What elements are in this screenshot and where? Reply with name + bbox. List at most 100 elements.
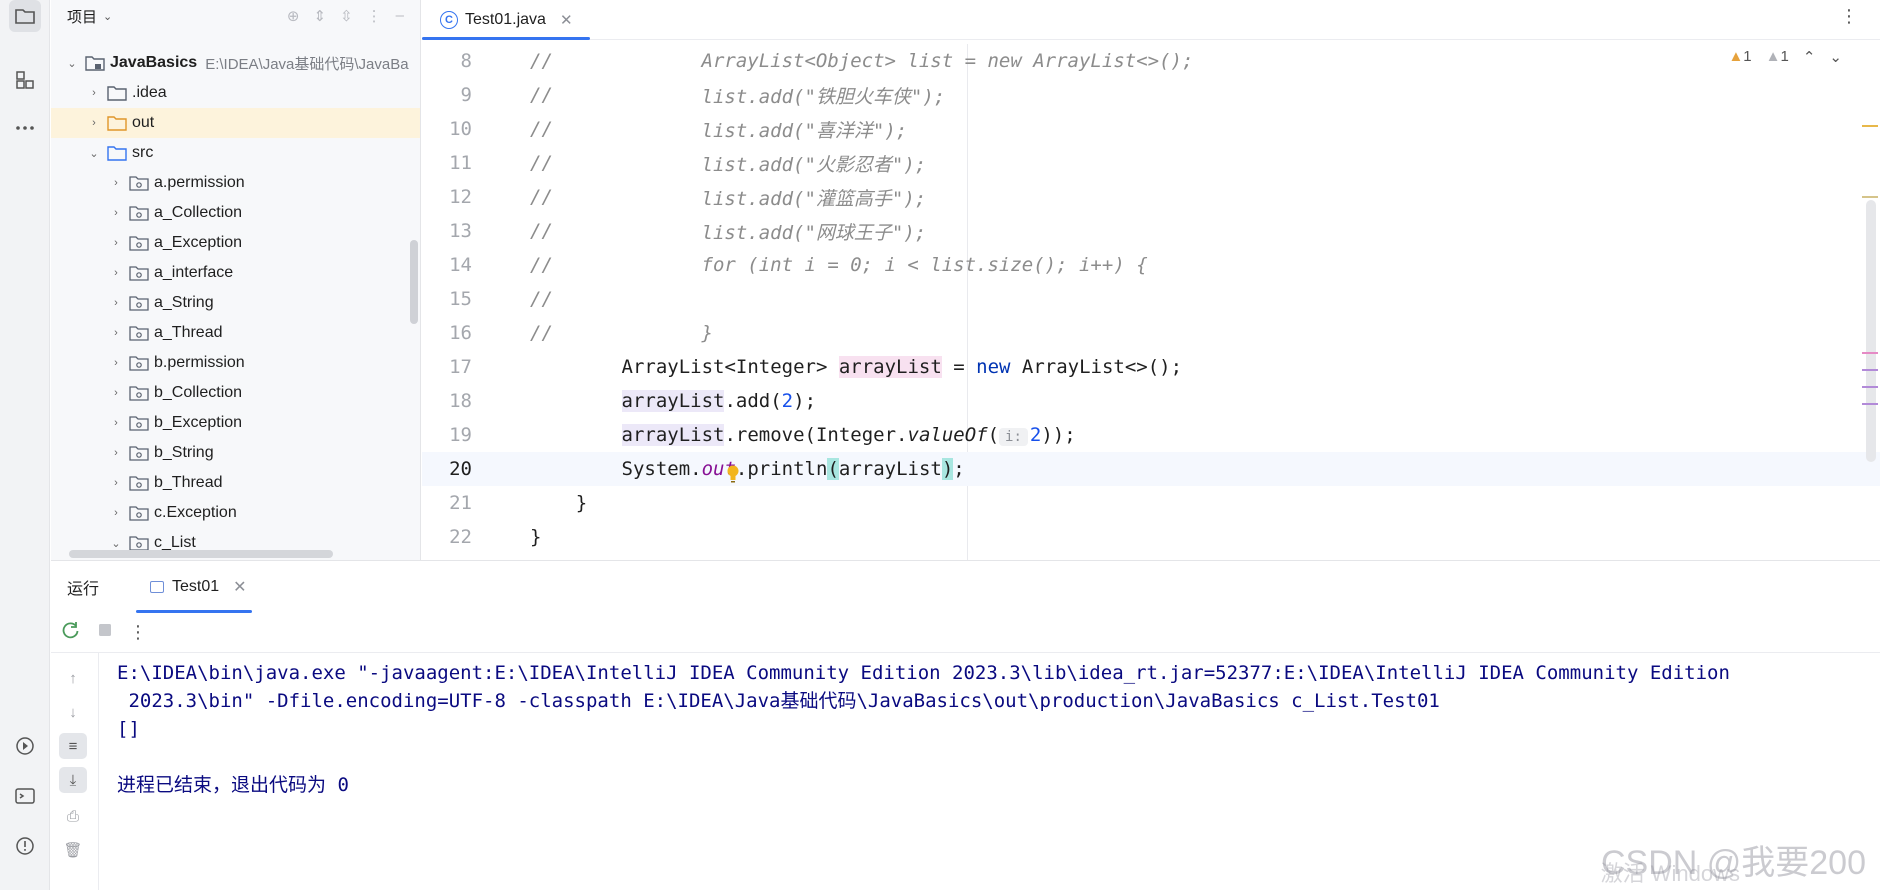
tree-item[interactable]: › a_Thread (51, 318, 420, 348)
problems-icon[interactable] (12, 833, 38, 859)
options-icon[interactable]: ⋮ (367, 7, 382, 25)
scroll-to-end-icon[interactable]: ⤓ (59, 767, 87, 793)
arrow-down-icon[interactable]: ↓ (59, 699, 87, 725)
expand-all-icon[interactable]: ⇕ (314, 7, 327, 25)
package-icon (129, 235, 149, 251)
terminal-icon[interactable] (12, 783, 38, 809)
tree-horizontal-scrollbar[interactable] (69, 550, 333, 558)
tree-item[interactable]: › .idea (51, 78, 420, 108)
tree-item[interactable]: › c.Exception (51, 498, 420, 528)
tree-item[interactable]: › a.permission (51, 168, 420, 198)
chevron-right-icon[interactable]: › (109, 447, 123, 459)
structure-icon[interactable] (9, 64, 41, 96)
tree-root-javabasics[interactable]: ⌄ JavaBasics E:\IDEA\Java基础代码\JavaBa (51, 48, 420, 78)
tree-item[interactable]: › a_Exception (51, 228, 420, 258)
close-icon[interactable]: ✕ (233, 577, 246, 597)
tree-vertical-scrollbar[interactable] (410, 240, 418, 324)
collapse-all-icon[interactable]: ⇳ (340, 7, 353, 25)
tree-item-label: a_String (154, 294, 214, 311)
chevron-right-icon[interactable]: › (109, 357, 123, 369)
tab-run-test01[interactable]: Test01 ✕ (136, 561, 261, 613)
keyword-token: new (976, 356, 1011, 378)
console-line: [] (117, 718, 140, 740)
chevron-right-icon[interactable]: › (109, 327, 123, 339)
code-line-16[interactable]: 16 // } (422, 316, 1880, 350)
code-line-12[interactable]: 12 // list.add("灌篮高手"); (422, 180, 1880, 214)
code-line-17[interactable]: 17 ArrayList<Integer> arrayList = new Ar… (422, 350, 1880, 384)
constructor-token: ArrayList<>(); (1010, 356, 1183, 378)
comment-text: ArrayList<Object> list = new ArrayList<>… (610, 50, 1194, 72)
project-folder-icon[interactable] (9, 0, 41, 32)
chevron-right-icon[interactable]: › (109, 297, 123, 309)
usage-marker[interactable] (1862, 352, 1878, 354)
chevron-down-icon[interactable]: ⌄ (103, 10, 112, 23)
warning-marker[interactable] (1862, 196, 1878, 198)
chevron-right-icon[interactable]: › (109, 507, 123, 519)
chevron-right-icon[interactable]: › (109, 207, 123, 219)
chevron-right-icon[interactable]: › (109, 267, 123, 279)
tree-item-label: out (132, 114, 155, 131)
chevron-down-icon[interactable]: ⌄ (109, 537, 123, 550)
project-tree: ⌄ JavaBasics E:\IDEA\Java基础代码\JavaBa › .i… (51, 48, 420, 558)
code-line-15[interactable]: 15 // (422, 282, 1880, 316)
tree-item[interactable]: ⌄ src (51, 138, 420, 168)
tree-item[interactable]: › a_interface (51, 258, 420, 288)
usage-marker[interactable] (1862, 369, 1878, 371)
chevron-right-icon[interactable]: › (87, 87, 101, 99)
stop-icon[interactable] (95, 620, 115, 645)
chevron-right-icon[interactable]: › (109, 417, 123, 429)
tree-item[interactable]: › b_Thread (51, 468, 420, 498)
trash-icon[interactable]: 🗑 (59, 837, 87, 863)
code-line-8[interactable]: 8 // ArrayList<Object> list = new ArrayLi… (422, 44, 1880, 78)
rerun-icon[interactable] (61, 620, 81, 645)
parameter-hint: i: (999, 428, 1028, 446)
csdn-watermark: CSDN @我要200 (1600, 844, 1866, 882)
chevron-down-icon[interactable]: ⌄ (87, 147, 101, 160)
print-icon[interactable]: ⎙ (59, 803, 87, 829)
project-panel-header: 项目 ⌄ ⊕ ⇕ ⇳ ⋮ – (51, 0, 420, 32)
more-icon[interactable]: ⋮ (129, 622, 147, 643)
chevron-right-icon[interactable]: › (109, 477, 123, 489)
project-panel-title[interactable]: 项目 (67, 6, 97, 27)
warning-marker[interactable] (1862, 125, 1878, 127)
chevron-right-icon[interactable]: › (109, 387, 123, 399)
tree-item[interactable]: › a_Collection (51, 198, 420, 228)
tree-item[interactable]: › b_Collection (51, 378, 420, 408)
code-line-21[interactable]: 21 } (422, 486, 1880, 520)
code-line-18[interactable]: 18 arrayList.add(2); (422, 384, 1880, 418)
chevron-down-icon[interactable]: ⌄ (65, 57, 79, 70)
soft-wrap-icon[interactable]: ≡ (59, 733, 87, 759)
tree-item[interactable]: › b_String (51, 438, 420, 468)
chevron-right-icon[interactable]: › (109, 237, 123, 249)
code-line-9[interactable]: 9 // list.add("铁胆火车侠"); (422, 78, 1880, 112)
chevron-right-icon[interactable]: › (87, 117, 101, 129)
code-line-13[interactable]: 13 // list.add("网球王子"); (422, 214, 1880, 248)
punct-token: ( (987, 424, 1000, 446)
tree-item[interactable]: › b.permission (51, 348, 420, 378)
hide-icon[interactable]: – (396, 7, 404, 25)
code-line-20[interactable]: 20 System.out.println(arrayList); (422, 452, 1880, 486)
close-icon[interactable]: ✕ (560, 11, 573, 29)
chevron-right-icon[interactable]: › (109, 177, 123, 189)
code-area[interactable]: 8 // ArrayList<Object> list = new ArrayLi… (422, 44, 1880, 554)
code-line-22[interactable]: 22 } (422, 520, 1880, 554)
locate-icon[interactable]: ⊕ (287, 7, 300, 25)
tree-item[interactable]: › out (51, 108, 420, 138)
tree-item[interactable]: › a_String (51, 288, 420, 318)
tree-item[interactable]: › b_Exception (51, 408, 420, 438)
console-output[interactable]: E:\IDEA\bin\java.exe "-javaagent:E:\IDEA… (117, 659, 1860, 799)
arrow-up-icon[interactable]: ↑ (59, 665, 87, 691)
tab-test01-java[interactable]: C Test01.java ✕ (422, 0, 592, 40)
tree-item-label: a_Thread (154, 324, 223, 341)
code-line-11[interactable]: 11 // list.add("火影忍者"); (422, 146, 1880, 180)
code-line-14[interactable]: 14 // for (int i = 0; i < list.size(); i+… (422, 248, 1880, 282)
tree-item-label: src (132, 144, 154, 161)
services-icon[interactable] (12, 733, 38, 759)
code-line-10[interactable]: 10 // list.add("喜洋洋"); (422, 112, 1880, 146)
more-tools-icon[interactable] (9, 112, 41, 144)
editor-vertical-scrollbar[interactable] (1866, 200, 1876, 462)
usage-marker[interactable] (1862, 386, 1878, 388)
usage-marker[interactable] (1862, 403, 1878, 405)
more-icon[interactable]: ⋮ (1840, 6, 1858, 27)
